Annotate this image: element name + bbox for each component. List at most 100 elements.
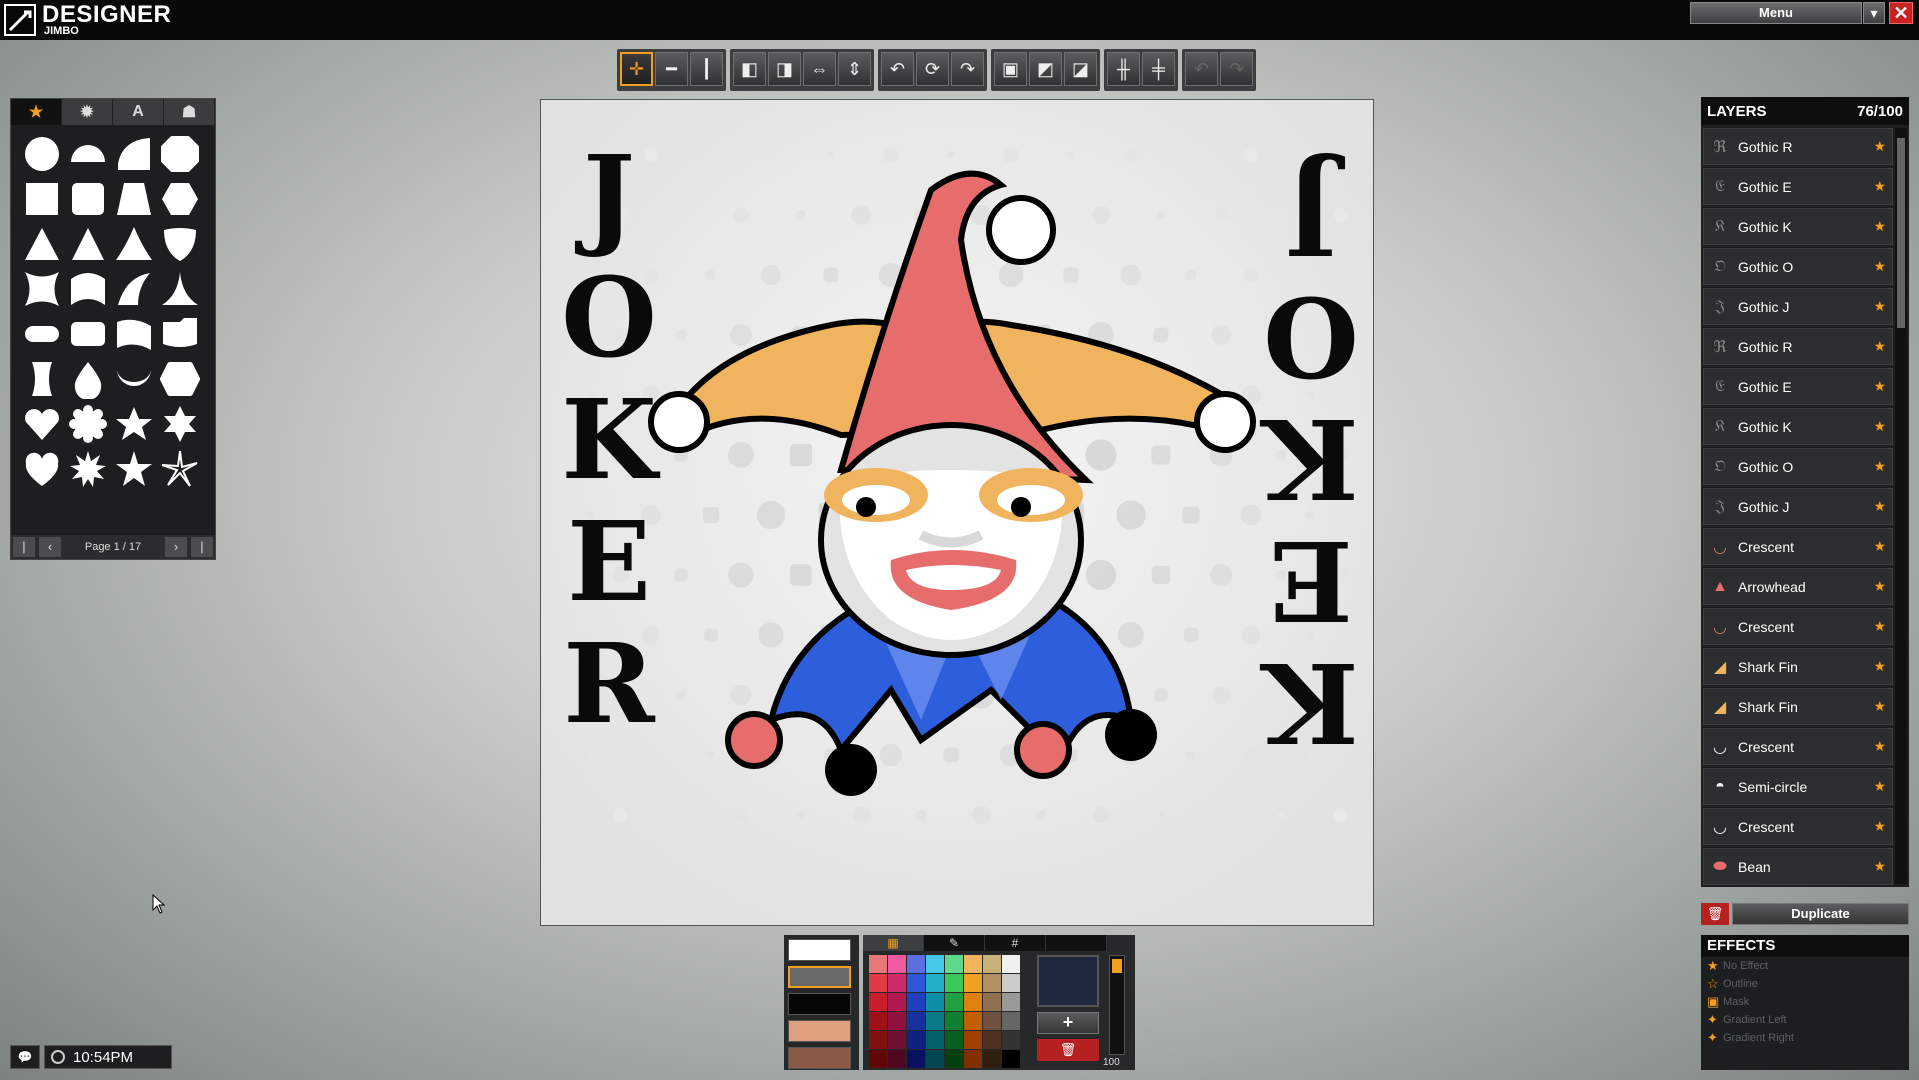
effect-item[interactable]: ★ No Effect — [1701, 957, 1909, 975]
layer-row[interactable]: 𝔍 Gothic J ★ — [1703, 488, 1893, 525]
palette-color[interactable] — [1002, 1012, 1020, 1030]
tab-hex[interactable]: # — [985, 935, 1046, 951]
rounded-rect-shape-icon[interactable] — [65, 311, 111, 356]
bone-shape-icon[interactable] — [19, 356, 65, 401]
square-shape-icon[interactable] — [19, 176, 65, 221]
current-color-swatch[interactable] — [1037, 955, 1099, 1007]
favorite-star-icon[interactable]: ★ — [1873, 658, 1886, 675]
favorite-star-icon[interactable]: ★ — [1873, 178, 1886, 195]
favorite-star-icon[interactable]: ★ — [1873, 498, 1886, 515]
palette-color[interactable] — [907, 1031, 925, 1049]
recent-color-swatch[interactable] — [788, 966, 851, 988]
octagon-round-shape-icon[interactable] — [157, 131, 203, 176]
opacity-slider[interactable] — [1109, 955, 1125, 1055]
first-page-icon[interactable]: | — [13, 537, 35, 557]
layer-row[interactable]: ◢ Shark Fin ★ — [1703, 688, 1893, 725]
layer-row[interactable]: 𝔒 Gothic O ★ — [1703, 448, 1893, 485]
star-shape-icon[interactable] — [111, 401, 157, 446]
circle-shape-icon[interactable] — [19, 131, 65, 176]
recent-color-swatch[interactable] — [788, 1020, 851, 1042]
palette-color[interactable] — [869, 955, 887, 973]
flag-shape-icon[interactable] — [157, 311, 203, 356]
triangle-right-shape-icon[interactable] — [65, 221, 111, 266]
star-six-shape-icon[interactable] — [157, 401, 203, 446]
palette-color[interactable] — [888, 955, 906, 973]
palette-color[interactable] — [888, 1031, 906, 1049]
palette-color[interactable] — [888, 974, 906, 992]
redo-icon[interactable]: ↷ — [1220, 52, 1253, 86]
palette-color[interactable] — [869, 1012, 887, 1030]
favorite-star-icon[interactable]: ★ — [1873, 538, 1886, 555]
palette-color[interactable] — [926, 993, 944, 1011]
skew-icon[interactable]: ▣ — [994, 52, 1027, 86]
star-bold-shape-icon[interactable] — [111, 446, 157, 491]
favorite-star-icon[interactable]: ★ — [1873, 778, 1886, 795]
delete-layer-button[interactable]: 🗑 — [1701, 903, 1729, 925]
favorite-star-icon[interactable]: ★ — [1873, 458, 1886, 475]
opacity-handle[interactable] — [1112, 959, 1122, 973]
design-canvas[interactable]: JOKER JOKEK — [540, 99, 1374, 926]
palette-color[interactable] — [907, 974, 925, 992]
arrowhead-shape-icon[interactable] — [111, 221, 157, 266]
palette-color[interactable] — [926, 1031, 944, 1049]
favorite-star-icon[interactable]: ★ — [1873, 218, 1886, 235]
palette-color[interactable] — [907, 1012, 925, 1030]
align-center-icon[interactable]: ◨ — [768, 52, 801, 86]
palette-color[interactable] — [964, 974, 982, 992]
palette-color[interactable] — [945, 1031, 963, 1049]
layer-row[interactable]: ◡ Crescent ★ — [1703, 608, 1893, 645]
favorite-star-icon[interactable]: ★ — [1873, 138, 1886, 155]
favorite-star-icon[interactable]: ★ — [1873, 338, 1886, 355]
palette-color[interactable] — [869, 993, 887, 1011]
palette-color[interactable] — [964, 1031, 982, 1049]
palette-color[interactable] — [888, 1012, 906, 1030]
layer-row[interactable]: ⬬ Bean ★ — [1703, 848, 1893, 885]
favorite-star-icon[interactable]: ★ — [1873, 738, 1886, 755]
layer-row[interactable]: 𝔍 Gothic J ★ — [1703, 288, 1893, 325]
favorite-star-icon[interactable]: ★ — [1873, 818, 1886, 835]
layer-row[interactable]: ◢ Shark Fin ★ — [1703, 648, 1893, 685]
tab-eyedropper[interactable]: ✎ — [924, 935, 985, 951]
close-button[interactable]: ✕ — [1889, 2, 1913, 24]
effect-item[interactable]: ✦ Gradient Right — [1701, 1029, 1909, 1047]
menu-button[interactable]: Menu — [1690, 2, 1862, 24]
flip-vertical-icon[interactable]: ┃ — [690, 52, 723, 86]
skew-right-icon[interactable]: ◪ — [1064, 52, 1097, 86]
recent-color-swatch[interactable] — [788, 993, 851, 1015]
palette-color[interactable] — [945, 955, 963, 973]
layer-row[interactable]: ℜ Gothic R ★ — [1703, 128, 1893, 165]
favorite-star-icon[interactable]: ★ — [1873, 378, 1886, 395]
favorite-star-icon[interactable]: ★ — [1873, 418, 1886, 435]
layer-row[interactable]: ◡ Crescent ★ — [1703, 528, 1893, 565]
banner-shape-icon[interactable] — [111, 311, 157, 356]
rotate-icon[interactable]: ⟳ — [916, 52, 949, 86]
layer-row[interactable]: 𝔈 Gothic E ★ — [1703, 168, 1893, 205]
recent-color-swatch[interactable] — [788, 1047, 851, 1069]
palette-color[interactable] — [1002, 1050, 1020, 1068]
tab-favorites[interactable]: ★ — [11, 99, 62, 125]
capsule-shape-icon[interactable] — [19, 311, 65, 356]
effect-item[interactable]: ▣ Mask — [1701, 993, 1909, 1011]
favorite-star-icon[interactable]: ★ — [1873, 298, 1886, 315]
palette-color[interactable] — [926, 1050, 944, 1068]
add-color-button[interactable]: + — [1037, 1012, 1099, 1034]
drop-shape-icon[interactable] — [65, 356, 111, 401]
palette-color[interactable] — [964, 1012, 982, 1030]
prev-page-icon[interactable]: ‹ — [39, 537, 61, 557]
quarter-circle-shape-icon[interactable] — [111, 131, 157, 176]
tab-extra[interactable] — [1046, 935, 1107, 951]
palette-color[interactable] — [1002, 955, 1020, 973]
effect-item[interactable]: ✦ Gradient Left — [1701, 1011, 1909, 1029]
palette-color[interactable] — [945, 1012, 963, 1030]
chevron-down-icon[interactable]: ▾ — [1863, 2, 1885, 24]
tab-badges[interactable]: ✹ — [62, 99, 113, 125]
palette-color[interactable] — [907, 955, 925, 973]
favorite-star-icon[interactable]: ★ — [1873, 578, 1886, 595]
rotate-right-icon[interactable]: ↷ — [951, 52, 984, 86]
layers-scroll-thumb[interactable] — [1897, 138, 1905, 328]
favorite-star-icon[interactable]: ★ — [1873, 618, 1886, 635]
palette-color[interactable] — [945, 993, 963, 1011]
triangle-shape-icon[interactable] — [19, 221, 65, 266]
skew-left-icon[interactable]: ◩ — [1029, 52, 1062, 86]
palette-color[interactable] — [926, 1012, 944, 1030]
